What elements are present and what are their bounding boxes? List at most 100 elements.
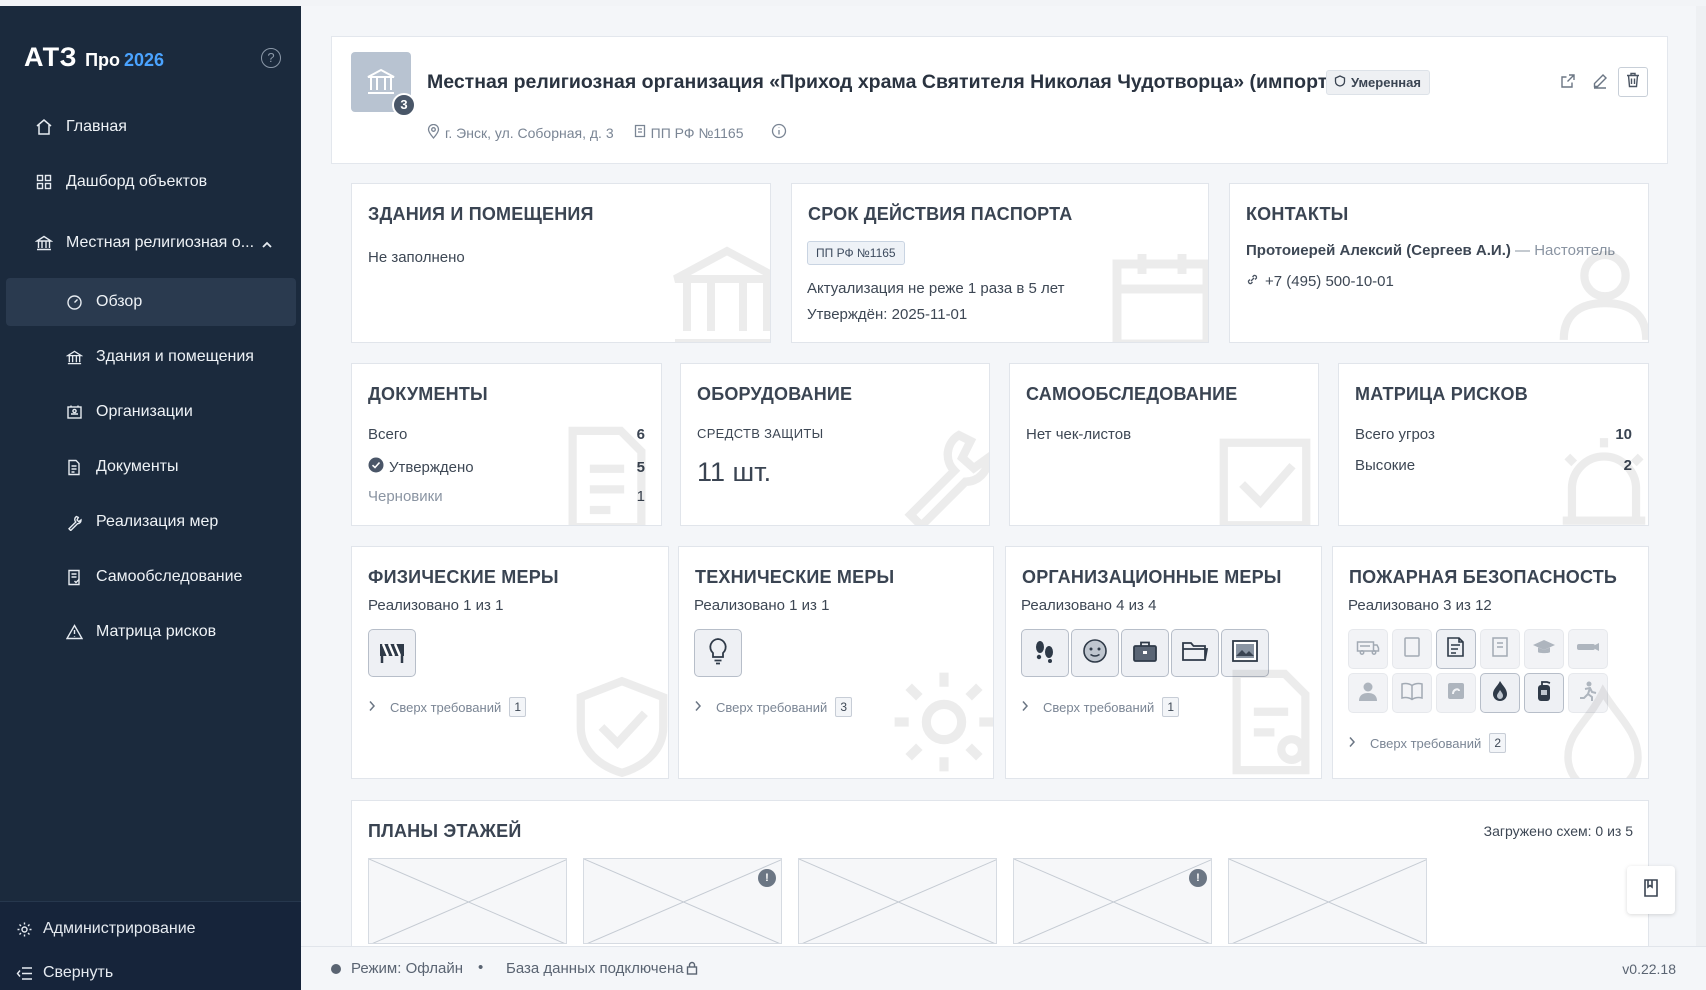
measure-tile[interactable]: [1348, 673, 1388, 713]
measure-tile[interactable]: [1021, 629, 1069, 677]
measures-status: Реализовано 3 из 12: [1348, 597, 1492, 614]
floorplan-thumbnail[interactable]: [798, 858, 997, 944]
wrench-icon: [64, 512, 84, 532]
sidebar-item-selfcheck[interactable]: Самообследование: [0, 553, 301, 601]
selfcheck-empty: Нет чек-листов: [1026, 426, 1132, 443]
shield-watermark-icon: [576, 676, 668, 778]
floorplan-thumbnail[interactable]: [1013, 858, 1212, 944]
sidebar-item-overview[interactable]: Обзор: [6, 278, 296, 326]
measure-tile[interactable]: [1568, 629, 1608, 669]
document-watermark-icon: [568, 426, 646, 525]
chevron-right-icon: [694, 700, 702, 715]
physical-measures-card[interactable]: Физические меры Реализовано 1 из 1 Сверх…: [351, 546, 669, 779]
sidebar-item-buildings[interactable]: Здания и помещения: [0, 333, 301, 381]
measure-tile[interactable]: [1436, 629, 1476, 669]
floorplan-thumbnail[interactable]: [583, 858, 782, 944]
above-requirements-label: Сверх требований: [390, 699, 502, 715]
measure-tile[interactable]: [368, 629, 416, 677]
contact-phone-value: +7 (495) 500-10-01: [1265, 273, 1394, 290]
buildings-title: Здания и помещения: [368, 204, 594, 224]
sidebar-item-object[interactable]: Местная религиозная о...: [0, 219, 301, 267]
measures-status: Реализовано 1 из 1: [694, 597, 830, 614]
sidebar-item-dashboard[interactable]: Дашборд объектов: [0, 158, 301, 206]
sidebar-item-measures[interactable]: Реализация мер: [0, 498, 301, 546]
measure-tile[interactable]: [1348, 629, 1388, 669]
object-meta: г. Энск, ул. Соборная, д. 3 ПП РФ №1165: [427, 123, 787, 142]
sidebar-item-home[interactable]: Главная: [0, 103, 301, 151]
floating-notes-button[interactable]: [1627, 866, 1675, 914]
checklist-icon: [64, 567, 84, 587]
above-requirements-toggle[interactable]: Сверх требований 1: [1021, 697, 1180, 717]
journal-icon: [1491, 636, 1509, 663]
location-icon: [427, 123, 440, 142]
above-requirements-toggle[interactable]: Сверх требований 2: [1348, 733, 1507, 753]
object-header: [331, 36, 1668, 164]
documents-title: Документы: [368, 384, 488, 404]
sidebar-item-risks[interactable]: Матрица рисков: [0, 608, 301, 656]
hydrant-icon: [1445, 680, 1467, 707]
buildings-card[interactable]: Здания и помещения Не заполнено: [351, 183, 771, 343]
contacts-title: Контакты: [1246, 204, 1349, 224]
info-icon[interactable]: [771, 123, 787, 142]
building-watermark-icon: [673, 246, 770, 342]
risks-card[interactable]: Матрица рисков Всего угроз 10 Высокие 2: [1338, 363, 1649, 526]
above-requirements-label: Сверх требований: [716, 699, 828, 715]
organization-icon: [64, 402, 84, 422]
measure-tile[interactable]: [1392, 629, 1432, 669]
edit-button[interactable]: [1585, 68, 1615, 98]
grid-icon: [34, 172, 54, 192]
technical-measures-card[interactable]: Технические меры Реализовано 1 из 1 Свер…: [678, 546, 994, 779]
chevron-right-icon: [1021, 700, 1029, 715]
open-external-button[interactable]: [1553, 68, 1583, 98]
measure-tile[interactable]: [1436, 673, 1476, 713]
sidebar-item-organizations[interactable]: Организации: [0, 388, 301, 436]
floorplan-thumbnail[interactable]: [368, 858, 567, 944]
folder-icon: [1181, 639, 1209, 668]
sidebar-item-documents[interactable]: Документы: [0, 443, 301, 491]
above-requirements-label: Сверх требований: [1043, 699, 1155, 715]
documents-card[interactable]: Документы Всего 6 Утверждено 5 Черновики…: [351, 363, 662, 526]
fire-safety-card[interactable]: Пожарная безопасность Реализовано 3 из 1…: [1332, 546, 1649, 779]
building-icon: [34, 233, 54, 253]
measure-tile[interactable]: [1071, 629, 1119, 677]
collapse-button[interactable]: Свернуть: [16, 964, 113, 982]
wrench-watermark-icon: [904, 430, 989, 525]
risk-level-label: Умеренная: [1351, 75, 1421, 90]
risk-level-badge: Умеренная: [1326, 70, 1430, 95]
logo-year: 2026: [124, 50, 165, 70]
selfcheck-card[interactable]: Самообследование Нет чек-листов: [1009, 363, 1319, 526]
chevron-up-icon[interactable]: [261, 237, 273, 255]
passport-approved: Утверждён: 2025-11-01: [807, 306, 968, 323]
passport-card[interactable]: Срок действия паспорта ПП РФ №1165 Актуа…: [791, 183, 1209, 343]
organizational-measures-card[interactable]: Организационные меры Реализовано 4 из 4 …: [1005, 546, 1322, 779]
measures-title: Пожарная безопасность: [1349, 567, 1618, 587]
above-requirements-toggle[interactable]: Сверх требований 3: [694, 697, 853, 717]
collapse-icon: [16, 966, 33, 981]
contact-phone[interactable]: +7 (495) 500-10-01: [1246, 273, 1394, 290]
sidebar-item-label: Организации: [96, 403, 193, 420]
measure-tile[interactable]: [1392, 673, 1432, 713]
sidebar-item-label: Самообследование: [96, 568, 243, 585]
above-requirements-toggle[interactable]: Сверх требований 1: [368, 697, 527, 717]
app-logo[interactable]: АТЗ Про 2026: [24, 42, 164, 73]
above-requirements-label: Сверх требований: [1370, 735, 1482, 751]
floorplan-thumbnail[interactable]: [1228, 858, 1427, 944]
equipment-card[interactable]: Оборудование Средств защиты 11 шт.: [680, 363, 990, 526]
sidebar-footer: Администрирование Свернуть: [0, 901, 301, 990]
page-title: Местная религиозная организация «Приход …: [427, 71, 1334, 93]
scrollbar[interactable]: [1696, 6, 1706, 946]
measure-tile[interactable]: [1121, 629, 1169, 677]
help-icon[interactable]: ?: [261, 48, 281, 68]
alert-icon: !: [1189, 869, 1207, 887]
measure-tile[interactable]: [1524, 629, 1564, 669]
sidebar-item-admin[interactable]: Администрирование: [16, 920, 196, 938]
alarm-watermark-icon: [1562, 438, 1646, 525]
measure-tile[interactable]: [1480, 629, 1520, 669]
measure-tile[interactable]: [694, 629, 742, 677]
measure-tile[interactable]: [1171, 629, 1219, 677]
lock-icon: [686, 961, 698, 979]
delete-button[interactable]: [1618, 67, 1648, 97]
lightbulb-icon: [707, 637, 729, 670]
measure-tile[interactable]: [1480, 673, 1520, 713]
contacts-card[interactable]: Контакты Протоиерей Алексий (Сергеев А.И…: [1229, 183, 1649, 343]
